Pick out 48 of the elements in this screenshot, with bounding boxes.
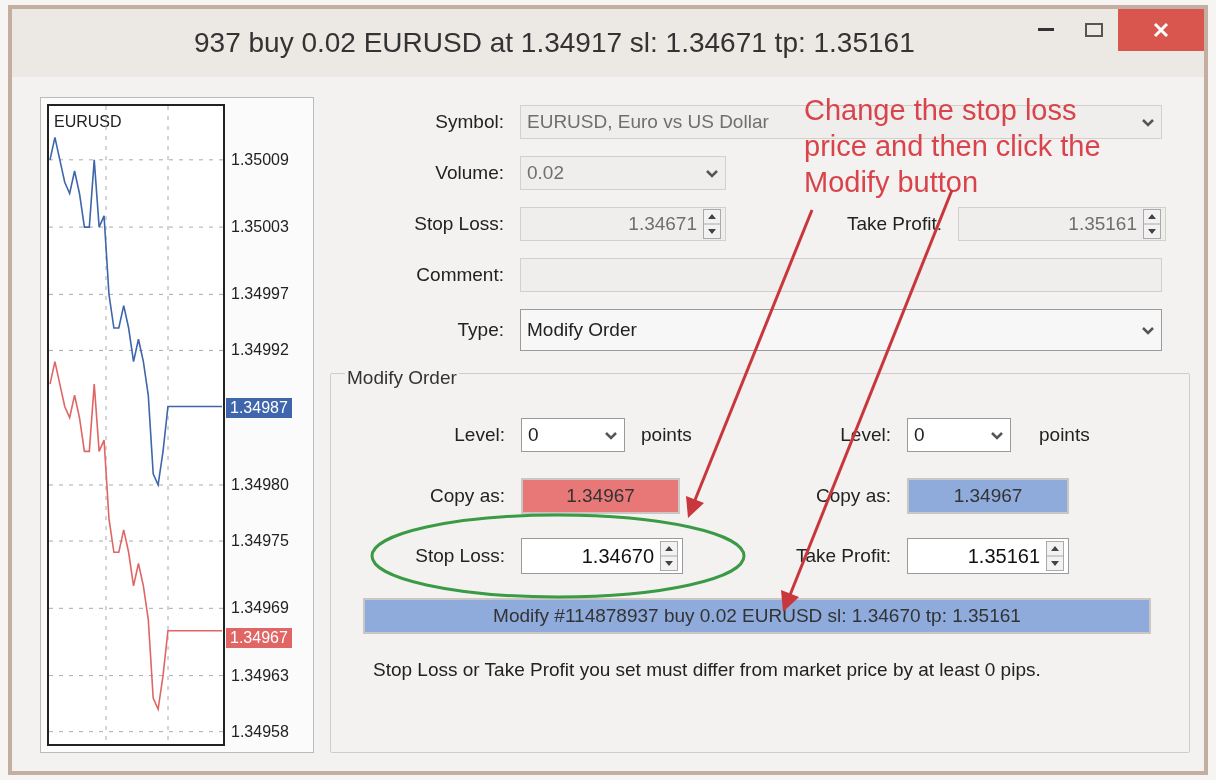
price-label: 1.35009 (231, 151, 289, 168)
price-label: 1.35003 (231, 219, 289, 236)
spin-arrows-icon (703, 209, 721, 239)
spin-arrows-icon (1046, 541, 1064, 571)
spin-field[interactable]: 1.35161 (907, 538, 1069, 574)
price-label: 1.34997 (231, 286, 289, 303)
price-label: 1.34958 (231, 723, 289, 740)
minimize-icon (1038, 28, 1054, 32)
price-marker: 1.34967 (226, 628, 292, 648)
annotation-text: Change the stop loss price and then click the Modify button (804, 93, 1102, 200)
chevron-down-icon (1141, 325, 1155, 335)
price-label: 1.34992 (231, 342, 289, 359)
spin-arrows-icon (660, 541, 678, 571)
chevron-down-icon (705, 168, 719, 178)
spin-arrows-icon (1143, 209, 1161, 239)
copy-button[interactable]: 1.34967 (521, 478, 680, 514)
field-label: Volume: (434, 160, 504, 185)
unit-label: points (641, 422, 692, 447)
dropdown[interactable]: 0 (521, 418, 625, 452)
dropdown[interactable]: 0 (907, 418, 1011, 452)
price-label: 1.34969 (231, 600, 289, 617)
spin-field[interactable]: 1.34670 (521, 538, 683, 574)
close-icon (1153, 22, 1169, 38)
spin-field: 1.35161 (958, 207, 1166, 241)
price-label: 1.34980 (231, 477, 289, 493)
price-marker: 1.34987 (226, 398, 292, 418)
copy-button[interactable]: 1.34967 (907, 478, 1069, 514)
note-text: Stop Loss or Take Profit you set must differ from market price by at least 0 pips. (373, 658, 1042, 682)
field-label: Symbol: (434, 109, 504, 134)
field-label: Type: (456, 317, 504, 342)
unit-label: points (1039, 422, 1090, 447)
window-title: 937 buy 0.02 EURUSD at 1.34917 sl: 1.34671 tp: 1.35161 (194, 26, 915, 60)
field-label: Comment: (415, 262, 504, 287)
price-label: 1.34963 (231, 667, 289, 684)
field-label: Level: (453, 422, 505, 447)
field-label: Stop Loss: (413, 211, 504, 236)
field-label: Stop Loss: (414, 543, 505, 568)
dropdown: 0.02 (520, 156, 726, 190)
maximize-icon (1085, 23, 1103, 37)
chevron-down-icon (990, 430, 1004, 440)
chevron-down-icon (1141, 117, 1155, 127)
chart-title: EURUSD (54, 112, 122, 132)
dropdown[interactable]: Modify Order (520, 309, 1162, 351)
chevron-down-icon (604, 430, 618, 440)
modify-button[interactable]: Modify #114878937 buy 0.02 EURUSD sl: 1.34670 tp: 1.35161 (363, 598, 1151, 634)
spin-field: 1.34671 (520, 207, 726, 241)
price-label: 1.34975 (231, 533, 289, 550)
field-label: Copy as: (429, 483, 505, 508)
